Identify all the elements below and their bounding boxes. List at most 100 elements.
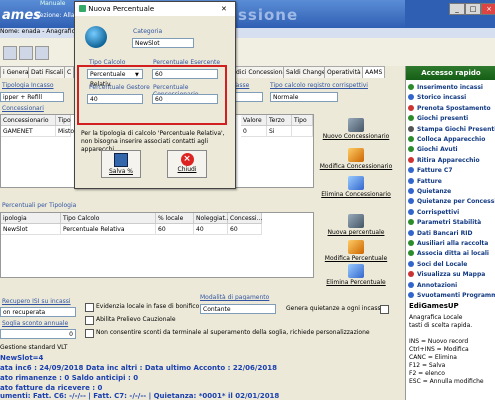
close-window-button[interactable]: × [481,3,495,15]
table-cell[interactable]: 60 [156,224,194,235]
col-terzo[interactable]: Terzo ... [267,115,292,135]
sconti-checkbox[interactable] [85,329,94,338]
quick-item-label: Soci del Locale [417,260,468,268]
table-cell[interactable]: 60 [228,224,262,235]
close-icon: × [180,153,194,166]
quick-item[interactable]: Fatture [408,177,495,187]
save-icon[interactable] [19,46,33,60]
quick-item[interactable]: Associa ditta ai locali [408,249,495,259]
col-concessionario[interactable]: Concessi... [228,213,262,224]
chevron-down-icon[interactable]: ▼ [135,72,139,78]
table-cell[interactable]: Misto [56,126,74,137]
tab-dati-fiscali[interactable]: Dati Fiscali [28,66,67,78]
perc-gestore-input[interactable]: 40 [87,94,143,104]
chiudi-button[interactable]: × Chiudi [167,150,207,178]
tipologia-incasso-select[interactable]: ipper + Refill [0,92,64,102]
elimina-concessionario-button[interactable]: Elimina Concessionario [318,176,394,198]
quick-item-icon [408,271,414,278]
quick-item-icon [408,177,414,184]
maximize-button[interactable]: □ [465,3,481,15]
quick-item-icon [408,292,414,298]
quick-item-icon [408,146,414,153]
perc-concessionario-input[interactable]: 60 [152,94,218,104]
quietanze-checkbox[interactable] [380,305,389,314]
status-rimanenze: ato rimanenze : 0 Saldo anticipi : 0 [0,374,139,382]
tipo-calcolo-registro-select[interactable]: Normale [270,92,338,102]
new-record-icon[interactable] [3,46,17,60]
table-row[interactable]: NewSlot [1,224,61,235]
quick-item[interactable]: Visualizza su Mappa [408,270,495,280]
menu-manuale[interactable]: Manuale [40,0,66,7]
minimize-button[interactable]: _ [449,3,465,15]
quick-item-label: Quietanze [417,188,452,195]
quick-item[interactable]: Ritira Apparecchio [408,156,495,166]
pagamento-label: Modalità di pagamento [200,294,270,301]
quick-item[interactable]: Svuotamenti Programmati [408,291,495,301]
quick-item[interactable]: Annotazioni [408,281,495,291]
col-tipo-i[interactable]: Tipo i... [292,115,313,135]
table-cell[interactable] [292,126,313,137]
categoria-select[interactable]: NewSlot [132,38,194,48]
tab-aams[interactable]: AAMS [362,66,386,78]
table-cell[interactable]: 0 [241,126,267,137]
elimina-percentuale-button[interactable]: Elimina Percentuale [318,264,394,286]
quick-item-icon [408,125,414,132]
quick-item[interactable]: Giochi Avuti [408,145,495,155]
quick-item[interactable]: Giochi presenti [408,114,495,124]
edigames-line: F2 = elenco [409,370,445,377]
quick-item[interactable]: Quietanze [408,187,495,197]
quick-item-icon [408,104,414,111]
quietanze-label: Genera quietanze a ogni incasso [286,305,385,312]
table-cell[interactable]: Percentuale Relativa [61,224,156,235]
col-tipo-calcolo[interactable]: Tipo Calcolo [61,213,156,224]
quick-item[interactable]: Ausiliari alla raccolta [408,239,495,249]
table-row[interactable]: GAMENET [1,126,56,137]
tipologia-incasso-label: Tipologia Incasso [2,82,54,89]
soglia-label: Soglia sconto annuale [2,320,69,327]
quick-item[interactable]: Parametri Stabilità [408,218,495,228]
tab-c[interactable]: C [64,66,75,78]
modifica-concessionario-button[interactable]: Modifica Concessionario [318,148,394,170]
quick-item-label: Colloca Apparecchio [417,136,486,143]
dialog-close-icon[interactable]: ✕ [221,2,227,16]
quick-item[interactable]: Fatture C7 [408,166,495,176]
col-noleggiatore[interactable]: Noleggiat... [194,213,231,224]
quick-item-icon [408,115,414,122]
quick-item[interactable]: Corrispettivi [408,208,495,218]
quick-item[interactable]: Soci del Locale [408,260,495,270]
col-concessionario[interactable]: Concessionario [1,115,56,126]
quick-item[interactable]: Stampa Giochi Presenti [408,125,495,135]
tab-operativita[interactable]: Operatività [324,66,364,78]
edigames-line: F12 = Salva [409,362,446,369]
modifica-percentuale-button[interactable]: Modifica Percentuale [318,240,394,262]
col-tipo[interactable]: Tipo [56,115,71,126]
table-cell[interactable]: 40 [194,224,228,235]
quick-item-label: Parametri Stabilità [417,219,482,227]
recupero-isi-select[interactable]: on recuperata [0,307,76,317]
table-cell[interactable]: Si [267,126,292,137]
quick-item[interactable]: Dati Bancari RID [408,229,495,239]
delete-icon[interactable] [35,46,49,60]
salva-button[interactable]: Salva % [101,150,141,178]
col-perc-locale[interactable]: % locale [156,213,194,224]
prelievo-checkbox[interactable] [85,316,94,325]
col-valore[interactable]: Valore [241,115,267,126]
percentuali-grid: ipologia Tipo Calcolo % locale Noleggiat… [0,212,314,278]
dialog-title: Nuova Percentuale [88,5,155,13]
perc-esercente-input[interactable]: 60 [152,69,218,79]
quick-item[interactable]: Prenota Spostamento [408,104,495,114]
nuovo-concessionario-button[interactable]: Nuovo Concessionario [318,118,394,140]
quick-item-label: Quietanze per Concessionari [417,198,495,206]
pagamento-select[interactable]: Contante [200,304,276,314]
quick-item[interactable]: Storico incassi [408,93,495,103]
nuova-percentuale-button[interactable]: Nuova percentuale [318,214,394,236]
quick-item[interactable]: Quietanze per Concessionari [408,197,495,207]
quick-item[interactable]: Inserimento incassi [408,83,495,93]
quick-item[interactable]: Colloca Apparecchio [408,135,495,145]
tab-saldi-change[interactable]: Saldi Change [283,66,329,78]
col-tipologia[interactable]: ipologia [1,213,61,224]
status-fatture: ato fatture da ricevere : 0 [0,384,103,392]
evidenzia-checkbox[interactable] [85,303,94,312]
soglia-input[interactable]: 0 [0,329,76,339]
tasse-select[interactable] [233,92,263,102]
